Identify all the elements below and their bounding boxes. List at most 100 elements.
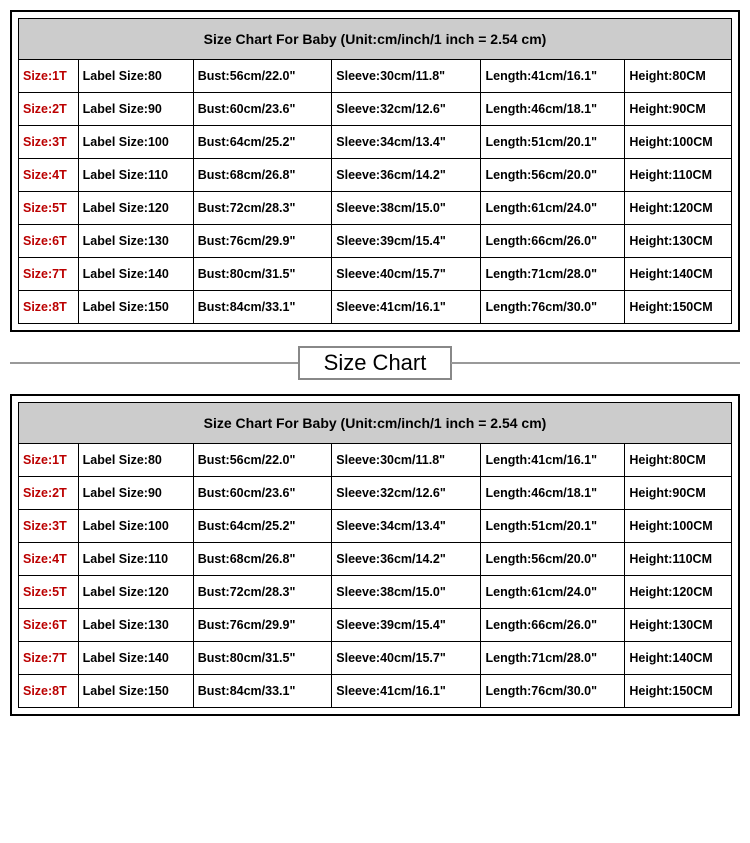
size-cell: Size:7T bbox=[19, 258, 79, 291]
table-row: Size:1TLabel Size:80Bust:56cm/22.0"Sleev… bbox=[19, 444, 732, 477]
sleeve-cell: Sleeve:36cm/14.2" bbox=[332, 159, 481, 192]
bust-cell: Bust:68cm/26.8" bbox=[193, 543, 332, 576]
bust-cell: Bust:56cm/22.0" bbox=[193, 444, 332, 477]
bust-cell: Bust:76cm/29.9" bbox=[193, 225, 332, 258]
length-cell: Length:46cm/18.1" bbox=[481, 93, 625, 126]
label-cell: Label Size:140 bbox=[78, 642, 193, 675]
table-row: Size:1TLabel Size:80Bust:56cm/22.0"Sleev… bbox=[19, 60, 732, 93]
table-1-header: Size Chart For Baby (Unit:cm/inch/1 inch… bbox=[19, 19, 732, 60]
size-cell: Size:5T bbox=[19, 576, 79, 609]
size-cell: Size:8T bbox=[19, 291, 79, 324]
length-cell: Length:41cm/16.1" bbox=[481, 444, 625, 477]
height-cell: Height:140CM bbox=[625, 258, 732, 291]
length-cell: Length:61cm/24.0" bbox=[481, 576, 625, 609]
divider-label: Size Chart bbox=[298, 346, 453, 380]
label-cell: Label Size:150 bbox=[78, 291, 193, 324]
divider-line-right bbox=[451, 362, 740, 364]
size-cell: Size:3T bbox=[19, 510, 79, 543]
bust-cell: Bust:60cm/23.6" bbox=[193, 93, 332, 126]
size-cell: Size:6T bbox=[19, 609, 79, 642]
label-cell: Label Size:80 bbox=[78, 444, 193, 477]
height-cell: Height:130CM bbox=[625, 225, 732, 258]
bust-cell: Bust:84cm/33.1" bbox=[193, 291, 332, 324]
height-cell: Height:150CM bbox=[625, 291, 732, 324]
sleeve-cell: Sleeve:38cm/15.0" bbox=[332, 576, 481, 609]
bust-cell: Bust:64cm/25.2" bbox=[193, 126, 332, 159]
height-cell: Height:120CM bbox=[625, 576, 732, 609]
bust-cell: Bust:72cm/28.3" bbox=[193, 576, 332, 609]
sleeve-cell: Sleeve:40cm/15.7" bbox=[332, 642, 481, 675]
height-cell: Height:150CM bbox=[625, 675, 732, 708]
table-2-body: Size:1TLabel Size:80Bust:56cm/22.0"Sleev… bbox=[19, 444, 732, 708]
length-cell: Length:66cm/26.0" bbox=[481, 225, 625, 258]
label-cell: Label Size:110 bbox=[78, 159, 193, 192]
table-row: Size:4TLabel Size:110Bust:68cm/26.8"Slee… bbox=[19, 543, 732, 576]
bust-cell: Bust:80cm/31.5" bbox=[193, 258, 332, 291]
label-cell: Label Size:130 bbox=[78, 225, 193, 258]
sleeve-cell: Sleeve:38cm/15.0" bbox=[332, 192, 481, 225]
bust-cell: Bust:72cm/28.3" bbox=[193, 192, 332, 225]
size-cell: Size:3T bbox=[19, 126, 79, 159]
size-cell: Size:4T bbox=[19, 543, 79, 576]
height-cell: Height:130CM bbox=[625, 609, 732, 642]
length-cell: Length:56cm/20.0" bbox=[481, 159, 625, 192]
size-cell: Size:4T bbox=[19, 159, 79, 192]
bust-cell: Bust:76cm/29.9" bbox=[193, 609, 332, 642]
sleeve-cell: Sleeve:39cm/15.4" bbox=[332, 225, 481, 258]
label-cell: Label Size:100 bbox=[78, 510, 193, 543]
table-row: Size:2TLabel Size:90Bust:60cm/23.6"Sleev… bbox=[19, 93, 732, 126]
label-cell: Label Size:100 bbox=[78, 126, 193, 159]
bust-cell: Bust:64cm/25.2" bbox=[193, 510, 332, 543]
table-row: Size:2TLabel Size:90Bust:60cm/23.6"Sleev… bbox=[19, 477, 732, 510]
divider: Size Chart bbox=[10, 346, 740, 380]
sleeve-cell: Sleeve:36cm/14.2" bbox=[332, 543, 481, 576]
height-cell: Height:100CM bbox=[625, 510, 732, 543]
table-row: Size:6TLabel Size:130Bust:76cm/29.9"Slee… bbox=[19, 225, 732, 258]
length-cell: Length:71cm/28.0" bbox=[481, 642, 625, 675]
sleeve-cell: Sleeve:39cm/15.4" bbox=[332, 609, 481, 642]
height-cell: Height:120CM bbox=[625, 192, 732, 225]
size-cell: Size:2T bbox=[19, 477, 79, 510]
table-row: Size:8TLabel Size:150Bust:84cm/33.1"Slee… bbox=[19, 675, 732, 708]
length-cell: Length:66cm/26.0" bbox=[481, 609, 625, 642]
size-cell: Size:7T bbox=[19, 642, 79, 675]
length-cell: Length:76cm/30.0" bbox=[481, 675, 625, 708]
table-row: Size:4TLabel Size:110Bust:68cm/26.8"Slee… bbox=[19, 159, 732, 192]
sleeve-cell: Sleeve:34cm/13.4" bbox=[332, 126, 481, 159]
length-cell: Length:46cm/18.1" bbox=[481, 477, 625, 510]
table-1-body: Size:1TLabel Size:80Bust:56cm/22.0"Sleev… bbox=[19, 60, 732, 324]
label-cell: Label Size:110 bbox=[78, 543, 193, 576]
height-cell: Height:110CM bbox=[625, 543, 732, 576]
size-cell: Size:5T bbox=[19, 192, 79, 225]
bust-cell: Bust:60cm/23.6" bbox=[193, 477, 332, 510]
length-cell: Length:76cm/30.0" bbox=[481, 291, 625, 324]
sleeve-cell: Sleeve:32cm/12.6" bbox=[332, 93, 481, 126]
bust-cell: Bust:68cm/26.8" bbox=[193, 159, 332, 192]
sleeve-cell: Sleeve:41cm/16.1" bbox=[332, 291, 481, 324]
label-cell: Label Size:120 bbox=[78, 192, 193, 225]
table-row: Size:5TLabel Size:120Bust:72cm/28.3"Slee… bbox=[19, 576, 732, 609]
table-row: Size:5TLabel Size:120Bust:72cm/28.3"Slee… bbox=[19, 192, 732, 225]
label-cell: Label Size:90 bbox=[78, 93, 193, 126]
sleeve-cell: Sleeve:30cm/11.8" bbox=[332, 444, 481, 477]
height-cell: Height:110CM bbox=[625, 159, 732, 192]
height-cell: Height:90CM bbox=[625, 477, 732, 510]
size-cell: Size:1T bbox=[19, 444, 79, 477]
divider-line-left bbox=[10, 362, 299, 364]
label-cell: Label Size:90 bbox=[78, 477, 193, 510]
table-row: Size:8TLabel Size:150Bust:84cm/33.1"Slee… bbox=[19, 291, 732, 324]
height-cell: Height:80CM bbox=[625, 444, 732, 477]
sleeve-cell: Sleeve:40cm/15.7" bbox=[332, 258, 481, 291]
sleeve-cell: Sleeve:34cm/13.4" bbox=[332, 510, 481, 543]
label-cell: Label Size:130 bbox=[78, 609, 193, 642]
height-cell: Height:80CM bbox=[625, 60, 732, 93]
table-row: Size:3TLabel Size:100Bust:64cm/25.2"Slee… bbox=[19, 126, 732, 159]
length-cell: Length:61cm/24.0" bbox=[481, 192, 625, 225]
label-cell: Label Size:120 bbox=[78, 576, 193, 609]
table-2-header: Size Chart For Baby (Unit:cm/inch/1 inch… bbox=[19, 403, 732, 444]
size-cell: Size:6T bbox=[19, 225, 79, 258]
table-row: Size:7TLabel Size:140Bust:80cm/31.5"Slee… bbox=[19, 258, 732, 291]
sleeve-cell: Sleeve:41cm/16.1" bbox=[332, 675, 481, 708]
size-chart-2: Size Chart For Baby (Unit:cm/inch/1 inch… bbox=[10, 394, 740, 716]
size-table-2: Size Chart For Baby (Unit:cm/inch/1 inch… bbox=[18, 402, 732, 708]
